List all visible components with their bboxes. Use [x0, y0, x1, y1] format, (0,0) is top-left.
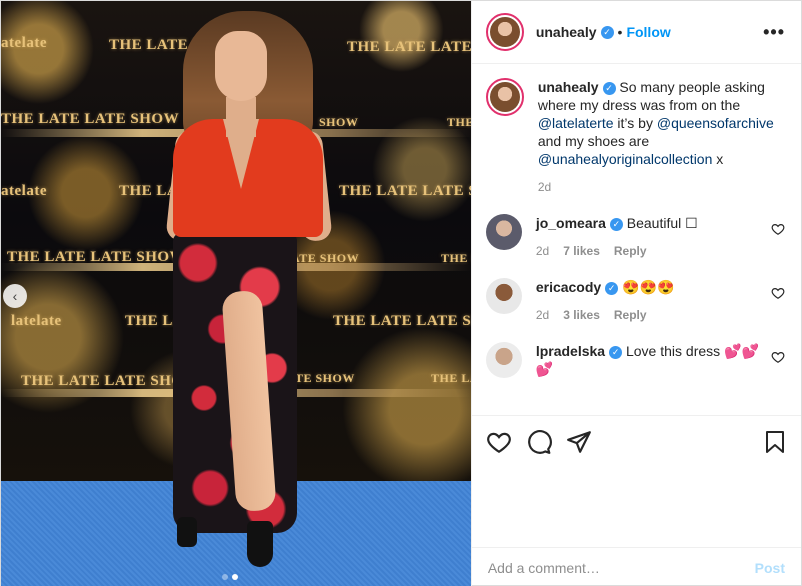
- figure-neck: [226, 97, 256, 137]
- mention-link[interactable]: @queensofarchive: [657, 115, 774, 131]
- comment-body: lpradelska ✓ Love this dress 💕💕💕: [536, 342, 761, 378]
- comment-username[interactable]: lpradelska: [536, 343, 605, 359]
- backdrop-logo: SHOW: [319, 115, 359, 129]
- post-actions: [471, 415, 801, 467]
- verified-badge-icon: ✓: [609, 217, 623, 231]
- black-heel: [177, 517, 197, 547]
- like-heart-icon[interactable]: [486, 429, 512, 455]
- mention-link[interactable]: @latelaterte: [538, 115, 614, 131]
- like-comment-heart-icon[interactable]: [771, 286, 785, 300]
- mention-link[interactable]: @unahealyoriginalcollection: [538, 151, 713, 167]
- backdrop-logo: THE L: [441, 251, 471, 265]
- author-name-row: unahealy ✓ • Follow: [536, 24, 671, 40]
- verified-badge-icon: ✓: [605, 281, 619, 295]
- caption-text: it’s by: [617, 115, 653, 131]
- bookmark-save-icon[interactable]: [763, 429, 787, 455]
- add-comment-bar: Post: [471, 547, 801, 586]
- verified-badge-icon: ✓: [609, 345, 623, 359]
- backdrop-logo: THE LATE LATE SHOW: [333, 313, 471, 329]
- comment-bubble-icon[interactable]: [526, 429, 552, 455]
- commenter-avatar[interactable]: [485, 278, 522, 314]
- comment-username[interactable]: ericacody: [536, 279, 601, 295]
- backdrop-logo: TE SHOW: [295, 371, 355, 385]
- backdrop-logo: THE: [447, 115, 471, 129]
- comment-time[interactable]: 2d: [536, 242, 549, 260]
- caption-text: x: [716, 151, 724, 167]
- comment-likes[interactable]: 3 likes: [563, 306, 600, 324]
- carousel-dot: [222, 574, 228, 580]
- caption-meta: 2d: [538, 178, 785, 196]
- caption-text: and my shoes are: [537, 133, 650, 149]
- previous-slide-button[interactable]: ‹: [3, 284, 27, 308]
- comment-username[interactable]: jo_omeara: [536, 215, 606, 231]
- comment-text: Beautiful ☐: [626, 215, 698, 231]
- comment: jo_omeara ✓ Beautiful ☐ 2d 7 likes Reply: [485, 214, 785, 260]
- author-avatar[interactable]: [485, 13, 524, 51]
- black-heel: [247, 521, 273, 567]
- backdrop-logo: THE LATE LATE SHOW: [1, 111, 180, 127]
- carousel-dot-active: [232, 574, 238, 580]
- verified-badge-icon: ✓: [600, 25, 614, 39]
- comment: ericacody ✓ 😍😍😍 2d 3 likes Reply: [485, 278, 785, 324]
- carousel-indicator: [222, 574, 238, 580]
- like-comment-heart-icon[interactable]: [771, 222, 785, 236]
- reply-button[interactable]: Reply: [614, 306, 647, 324]
- more-options-icon[interactable]: •••: [763, 22, 785, 43]
- share-send-icon[interactable]: [566, 429, 592, 455]
- caption-body: unahealy ✓ So many people asking where my…: [538, 78, 785, 196]
- caption: unahealy ✓ So many people asking where my…: [485, 78, 785, 196]
- backdrop-logo: THE LATE LATE SHOW: [347, 39, 471, 55]
- backdrop-logo: THE LA: [431, 371, 471, 385]
- instagram-post: atelate THE LATE LATE atelate THE LATE L…: [0, 0, 802, 586]
- backdrop-logo: THE LATE LATE SHOW: [339, 183, 471, 199]
- reply-button[interactable]: Reply: [614, 242, 647, 260]
- comment: lpradelska ✓ Love this dress 💕💕💕: [485, 342, 785, 378]
- caption-username[interactable]: unahealy: [538, 79, 599, 95]
- comments-list[interactable]: unahealy ✓ So many people asking where my…: [472, 64, 801, 415]
- timestamp[interactable]: 2d: [538, 178, 551, 196]
- commenter-avatar[interactable]: [485, 342, 522, 378]
- backdrop-logo: latelate: [11, 313, 62, 329]
- post-photo[interactable]: atelate THE LATE LATE atelate THE LATE L…: [1, 1, 471, 586]
- backdrop-logo: ATE SHOW: [291, 251, 360, 265]
- post-side-panel: unahealy ✓ • Follow ••• unahealy ✓ So man…: [470, 1, 801, 586]
- comment-likes[interactable]: 7 likes: [563, 242, 600, 260]
- like-comment-heart-icon[interactable]: [771, 350, 785, 364]
- figure-face: [215, 31, 267, 101]
- post-comment-button[interactable]: Post: [755, 560, 785, 576]
- comment-text: 😍😍😍: [622, 279, 675, 295]
- post-header: unahealy ✓ • Follow •••: [471, 1, 801, 64]
- comment-body: jo_omeara ✓ Beautiful ☐ 2d 7 likes Reply: [536, 214, 761, 260]
- comment-meta: 2d 3 likes Reply: [536, 306, 761, 324]
- comment-meta: 2d 7 likes Reply: [536, 242, 761, 260]
- likes-area: [472, 467, 801, 547]
- backdrop-logo: atelate: [1, 183, 47, 199]
- comment-body: ericacody ✓ 😍😍😍 2d 3 likes Reply: [536, 278, 761, 324]
- author-avatar[interactable]: [485, 78, 524, 116]
- follow-button[interactable]: Follow: [626, 24, 670, 40]
- separator-dot: •: [617, 24, 623, 40]
- backdrop-logo: atelate: [1, 35, 47, 51]
- comment-input[interactable]: [487, 559, 755, 576]
- commenter-avatar[interactable]: [485, 214, 522, 250]
- backdrop-logo: THE LATE LATE SHOW: [7, 249, 186, 265]
- chevron-left-icon: ‹: [12, 288, 18, 304]
- author-username[interactable]: unahealy: [536, 24, 597, 40]
- verified-badge-icon: ✓: [602, 81, 616, 95]
- comment-time[interactable]: 2d: [536, 306, 549, 324]
